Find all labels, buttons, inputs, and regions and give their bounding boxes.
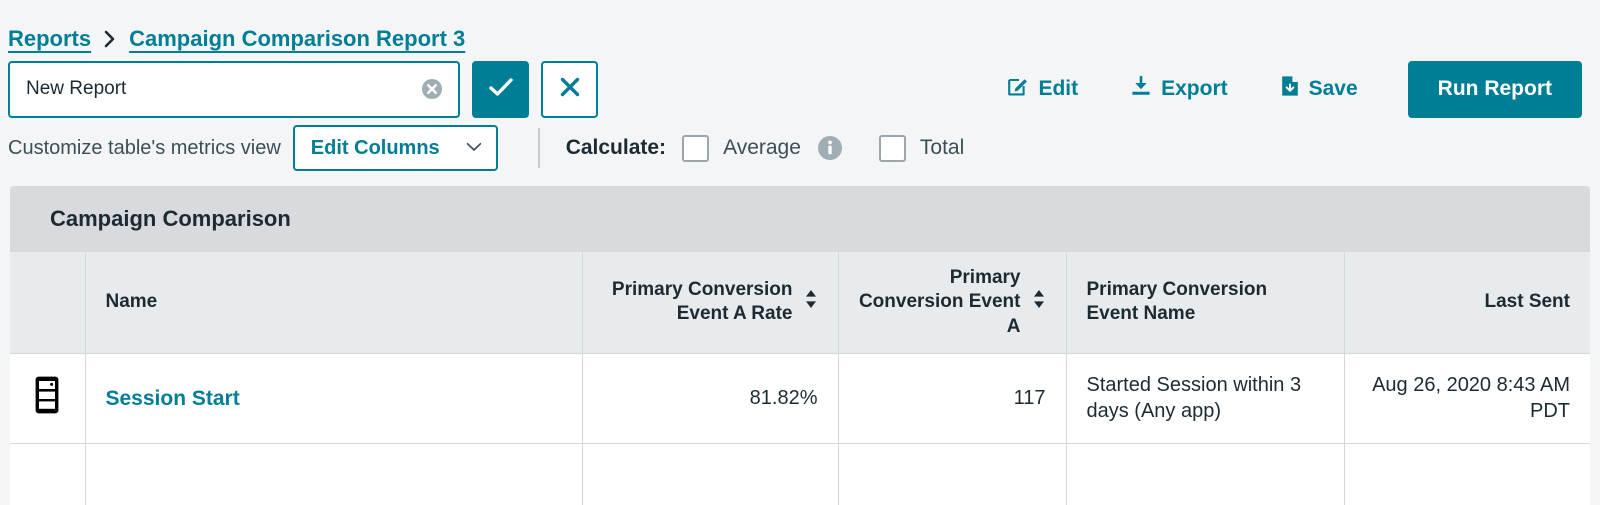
- column-header-primary-conversion-event-a[interactable]: Primary Conversion Event A: [838, 252, 1066, 353]
- calculate-label: Calculate:: [566, 136, 666, 160]
- save-button-label: Save: [1309, 77, 1358, 101]
- download-tray-icon: [1130, 75, 1152, 103]
- table-row[interactable]: Session Start 81.82% 117 Started Session…: [10, 353, 1590, 443]
- cancel-rename-button[interactable]: [541, 61, 598, 118]
- info-icon[interactable]: [817, 135, 843, 161]
- sort-arrows-icon[interactable]: [1032, 288, 1046, 317]
- export-button[interactable]: Export: [1104, 75, 1254, 103]
- edit-columns-dropdown[interactable]: Edit Columns: [293, 125, 498, 171]
- breadcrumb-link-reports[interactable]: Reports: [8, 26, 91, 52]
- chevron-down-icon: [466, 139, 482, 157]
- total-label: Total: [920, 136, 964, 160]
- table-row[interactable]: [10, 443, 1590, 505]
- row-event-count-cell: 117: [838, 353, 1066, 443]
- row-last-sent-cell: Aug 26, 2020 8:43 AM PDT: [1344, 353, 1590, 443]
- chevron-right-icon: [101, 30, 119, 48]
- report-actions: Edit Export Save Run Repor: [981, 61, 1600, 118]
- column-header-event-label: Primary Conversion Event A: [859, 266, 1021, 339]
- close-icon: [558, 75, 582, 104]
- column-header-rate-inner: Primary Conversion Event A Rate: [603, 278, 818, 327]
- column-header-primary-conversion-event-name[interactable]: Primary Conversion Event Name: [1066, 252, 1344, 353]
- customize-label: Customize table's metrics view: [8, 137, 281, 160]
- column-header-event-name-label: Primary Conversion Event Name: [1087, 279, 1268, 324]
- sort-arrows-icon[interactable]: [804, 288, 818, 317]
- campaign-comparison-table: Name Primary Conversion Event A Rate: [10, 252, 1590, 505]
- check-icon: [487, 75, 515, 104]
- pencil-square-icon: [1007, 75, 1029, 103]
- report-name-input[interactable]: [8, 61, 460, 118]
- save-button[interactable]: Save: [1254, 75, 1384, 103]
- toolbar-divider: [538, 128, 540, 168]
- table-header-row: Name Primary Conversion Event A Rate: [10, 252, 1590, 353]
- document-download-icon: [1280, 75, 1300, 103]
- row-rate-cell: 81.82%: [582, 353, 838, 443]
- row-type-icon-cell: [10, 353, 85, 443]
- edit-button[interactable]: Edit: [981, 75, 1104, 103]
- calculate-average-group: Average: [682, 135, 843, 162]
- column-header-primary-conversion-event-a-rate[interactable]: Primary Conversion Event A Rate: [582, 252, 838, 353]
- column-header-last-sent-label: Last Sent: [1484, 291, 1570, 312]
- breadcrumb-link-current-report[interactable]: Campaign Comparison Report 3: [129, 26, 465, 52]
- row-last-sent-cell: [1344, 443, 1590, 505]
- row-event-name-cell: [1066, 443, 1344, 505]
- column-header-last-sent[interactable]: Last Sent: [1344, 252, 1590, 353]
- report-name-toolbar: Edit Export Save Run Repor: [0, 52, 1600, 112]
- page-title: Campaign Comparison: [10, 186, 1590, 252]
- row-name-link[interactable]: Session Start: [106, 387, 240, 410]
- row-rate-cell: [582, 443, 838, 505]
- row-event-name-cell: Started Session within 3 days (Any app): [1066, 353, 1344, 443]
- average-checkbox[interactable]: [682, 135, 709, 162]
- edit-button-label: Edit: [1038, 77, 1078, 101]
- column-header-name[interactable]: Name: [85, 252, 582, 353]
- customize-toolbar: Customize table's metrics view Edit Colu…: [0, 112, 1600, 168]
- in-app-message-icon: [34, 375, 60, 415]
- row-event-count-cell: [838, 443, 1066, 505]
- column-header-icon: [10, 252, 85, 353]
- row-name-cell: [85, 443, 582, 505]
- total-checkbox[interactable]: [879, 135, 906, 162]
- export-button-label: Export: [1161, 77, 1228, 101]
- confirm-rename-button[interactable]: [472, 61, 529, 118]
- column-header-event-inner: Primary Conversion Event A: [859, 266, 1046, 339]
- row-name-cell: Session Start: [85, 353, 582, 443]
- calculate-total-group: Total: [879, 135, 964, 162]
- clear-circle-icon[interactable]: [420, 77, 444, 101]
- report-name-input-wrapper: [8, 61, 460, 118]
- row-type-icon-cell: [10, 443, 85, 505]
- campaign-comparison-card: Campaign Comparison Name Primary Convers…: [10, 186, 1590, 505]
- average-label: Average: [723, 136, 801, 160]
- column-header-rate-label: Primary Conversion Event A Rate: [603, 278, 793, 327]
- breadcrumb: Reports Campaign Comparison Report 3: [0, 0, 1600, 52]
- edit-columns-label: Edit Columns: [311, 137, 440, 160]
- column-header-name-label: Name: [106, 291, 158, 312]
- run-report-button[interactable]: Run Report: [1408, 61, 1582, 118]
